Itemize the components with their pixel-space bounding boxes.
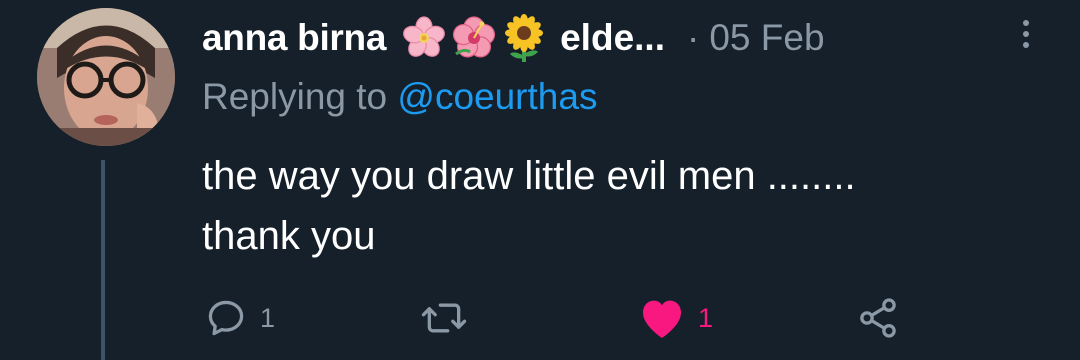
retweet-icon [421, 303, 467, 333]
tweet[interactable]: anna birna elde... · 05 Feb Replying to … [0, 0, 1080, 360]
tweet-text: the way you draw little evil men .......… [202, 146, 1022, 266]
more-options-icon[interactable] [1014, 12, 1038, 56]
share-button[interactable] [856, 290, 900, 346]
reply-button[interactable]: 1 [204, 290, 275, 346]
name-emojis [400, 14, 548, 62]
header-separator: · [687, 17, 700, 58]
display-name-continuation[interactable]: elde... [560, 17, 665, 59]
tweet-text-line: the way you draw little evil men .......… [202, 154, 856, 198]
display-name[interactable]: anna birna [202, 17, 386, 59]
share-icon [860, 298, 896, 338]
tweet-date[interactable]: 05 Feb [709, 17, 824, 59]
replying-handle-link[interactable]: @coeurthas [397, 76, 597, 117]
thread-line [101, 160, 105, 360]
replying-prefix: Replying to [202, 76, 398, 117]
tweet-actions: 1 1 [200, 290, 940, 350]
tweet-header: anna birna elde... · 05 Feb [202, 10, 825, 66]
like-button[interactable]: 1 [638, 290, 713, 346]
heart-icon [643, 300, 681, 338]
hibiscus-icon [453, 16, 496, 58]
replying-to: Replying to @coeurthas [202, 76, 597, 118]
like-count: 1 [698, 302, 714, 333]
retweet-button[interactable] [420, 290, 480, 346]
tweet-text-line: thank you [202, 214, 376, 258]
sunflower-icon [505, 14, 544, 62]
reply-icon [208, 300, 244, 336]
cherry-blossom-icon [403, 16, 445, 57]
reply-count: 1 [260, 302, 276, 333]
avatar[interactable] [37, 8, 175, 146]
